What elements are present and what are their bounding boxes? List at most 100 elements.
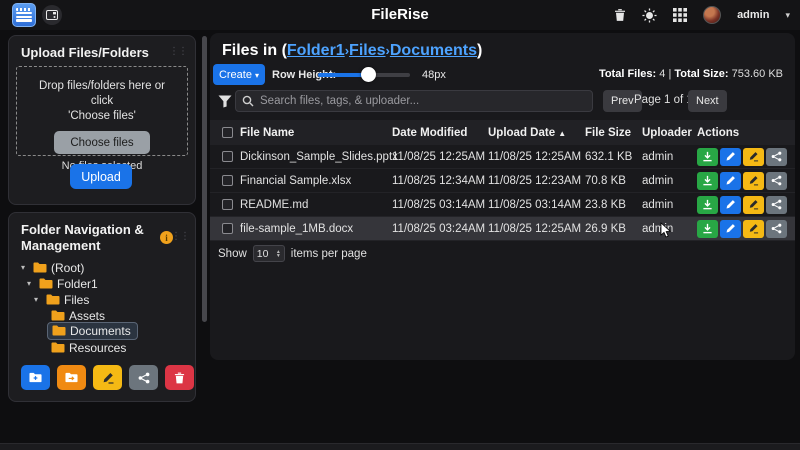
table-row[interactable]: Dickinson_Sample_Slides.pptx 11/08/25 12… xyxy=(210,145,795,169)
table-row-hovered[interactable]: file-sample_1MB.docx 11/08/25 03:24AM 11… xyxy=(210,217,795,241)
rename-button[interactable] xyxy=(743,196,764,214)
share-folder-button[interactable] xyxy=(129,365,158,390)
share-button[interactable] xyxy=(766,148,787,166)
tree-item-assets[interactable]: Assets xyxy=(51,308,105,323)
table-row[interactable]: Financial Sample.xlsx 11/08/25 12:34AM 1… xyxy=(210,169,795,193)
download-button[interactable] xyxy=(697,196,718,214)
row-checkbox[interactable] xyxy=(222,175,233,186)
select-all-checkbox[interactable] xyxy=(222,127,233,138)
tree-item-label: Assets xyxy=(69,309,105,323)
cell-uploader: admin xyxy=(642,199,673,211)
delete-folder-button[interactable] xyxy=(165,365,194,390)
edit-button[interactable] xyxy=(720,172,741,190)
create-folder-button[interactable] xyxy=(21,365,50,390)
show-label: Show xyxy=(218,248,247,260)
row-height-slider-thumb[interactable] xyxy=(361,67,376,82)
edit-button[interactable] xyxy=(720,220,741,238)
tree-caret-icon[interactable]: ▾ xyxy=(27,279,35,288)
download-icon xyxy=(702,223,713,234)
download-icon xyxy=(702,175,713,186)
drag-handle-icon[interactable]: ⋮⋮ xyxy=(169,46,187,57)
cell-upload-date: 11/08/25 12:23AM xyxy=(488,175,581,187)
apps-grid-icon[interactable] xyxy=(673,8,687,22)
download-button[interactable] xyxy=(697,220,718,238)
top-bar: FileRise admin ▾ xyxy=(0,0,800,30)
download-icon xyxy=(702,199,713,210)
breadcrumb-link-files[interactable]: Files xyxy=(349,42,385,59)
download-button[interactable] xyxy=(697,172,718,190)
trash-icon[interactable] xyxy=(614,8,626,22)
create-button[interactable]: Create ▾ xyxy=(213,64,265,85)
tree-item-folder1[interactable]: ▾ Folder1 xyxy=(27,276,98,291)
row-checkbox[interactable] xyxy=(222,199,233,210)
total-size-label: Total Size: xyxy=(674,68,728,80)
tree-item-resources[interactable]: Resources xyxy=(51,340,126,355)
rename-button[interactable] xyxy=(743,220,764,238)
trash-icon xyxy=(174,372,185,384)
folder-plus-icon xyxy=(29,372,42,383)
cell-upload-date: 11/08/25 03:14AM xyxy=(488,199,581,211)
header-file-name[interactable]: File Name xyxy=(240,127,294,139)
header-date-modified[interactable]: Date Modified xyxy=(392,127,467,139)
choose-files-button[interactable]: Choose files xyxy=(54,131,150,154)
edit-button[interactable] xyxy=(720,196,741,214)
user-avatar[interactable] xyxy=(703,6,721,24)
rename-folder-button[interactable] xyxy=(93,365,122,390)
drag-handle-icon[interactable]: ⋮⋮ xyxy=(171,231,189,242)
tree-item-label: (Root) xyxy=(51,261,84,275)
cell-upload-date: 11/08/25 12:25AM xyxy=(488,151,581,163)
row-checkbox[interactable] xyxy=(222,223,233,234)
breadcrumb-link-documents[interactable]: Documents xyxy=(390,42,477,59)
summary-divider: | xyxy=(668,68,671,80)
per-page-value: 10 xyxy=(257,248,269,260)
header-upload-date[interactable]: Upload Date ▲ xyxy=(488,127,566,139)
search-input[interactable] xyxy=(260,95,586,107)
rename-button[interactable] xyxy=(743,172,764,190)
user-menu-caret-icon[interactable]: ▾ xyxy=(785,10,790,21)
cell-upload-date: 11/08/25 12:25AM xyxy=(488,223,581,235)
username-label[interactable]: admin xyxy=(737,9,769,21)
edit-pencil-icon xyxy=(725,151,736,162)
caret-down-icon: ▾ xyxy=(255,71,259,80)
tree-item-documents-selected[interactable]: Documents xyxy=(47,323,138,338)
page-info: Page 1 of 1 xyxy=(634,94,693,106)
edit-pencil-icon xyxy=(725,223,736,234)
rename-button[interactable] xyxy=(743,148,764,166)
pencil-icon xyxy=(102,372,114,384)
header-file-size[interactable]: File Size xyxy=(585,127,631,139)
share-button[interactable] xyxy=(766,220,787,238)
move-folder-button[interactable] xyxy=(57,365,86,390)
window-bottom-edge xyxy=(0,443,800,450)
download-icon xyxy=(702,151,713,162)
upload-button[interactable]: Upload xyxy=(70,164,132,189)
rename-pencil-icon xyxy=(748,151,759,162)
vertical-scrollbar[interactable] xyxy=(202,36,207,322)
table-row[interactable]: README.md 11/08/25 03:14AM 11/08/25 03:1… xyxy=(210,193,795,217)
tree-caret-icon[interactable]: ▾ xyxy=(34,295,42,304)
folder-panel-title-line2: Management xyxy=(21,238,100,253)
next-page-button[interactable]: Next xyxy=(688,90,727,112)
tree-item-root[interactable]: ▾ (Root) xyxy=(21,260,84,275)
download-button[interactable] xyxy=(697,148,718,166)
tree-item-files[interactable]: ▾ Files xyxy=(34,292,89,307)
breadcrumb-link-folder1[interactable]: Folder1 xyxy=(287,42,345,59)
file-dropzone[interactable]: Drop files/folders here or click 'Choose… xyxy=(16,66,188,156)
search-icon xyxy=(242,95,254,107)
tree-item-label: Folder1 xyxy=(57,277,98,291)
rename-pencil-icon xyxy=(748,223,759,234)
per-page-select[interactable]: 10 ▲▼ xyxy=(253,245,285,262)
theme-toggle-sun-icon[interactable] xyxy=(642,8,657,23)
header-uploader[interactable]: Uploader xyxy=(642,127,692,139)
share-button[interactable] xyxy=(766,172,787,190)
header-upload-date-label: Upload Date xyxy=(488,127,555,139)
share-button[interactable] xyxy=(766,196,787,214)
row-checkbox[interactable] xyxy=(222,151,233,162)
tree-caret-icon[interactable]: ▾ xyxy=(21,263,29,272)
table-header-row: File Name Date Modified Upload Date ▲ Fi… xyxy=(210,120,795,145)
search-box xyxy=(235,90,593,112)
edit-button[interactable] xyxy=(720,148,741,166)
per-page-suffix: items per page xyxy=(291,248,367,260)
rename-pencil-icon xyxy=(748,199,759,210)
tree-item-label: Files xyxy=(64,293,89,307)
filter-button[interactable] xyxy=(216,92,234,110)
